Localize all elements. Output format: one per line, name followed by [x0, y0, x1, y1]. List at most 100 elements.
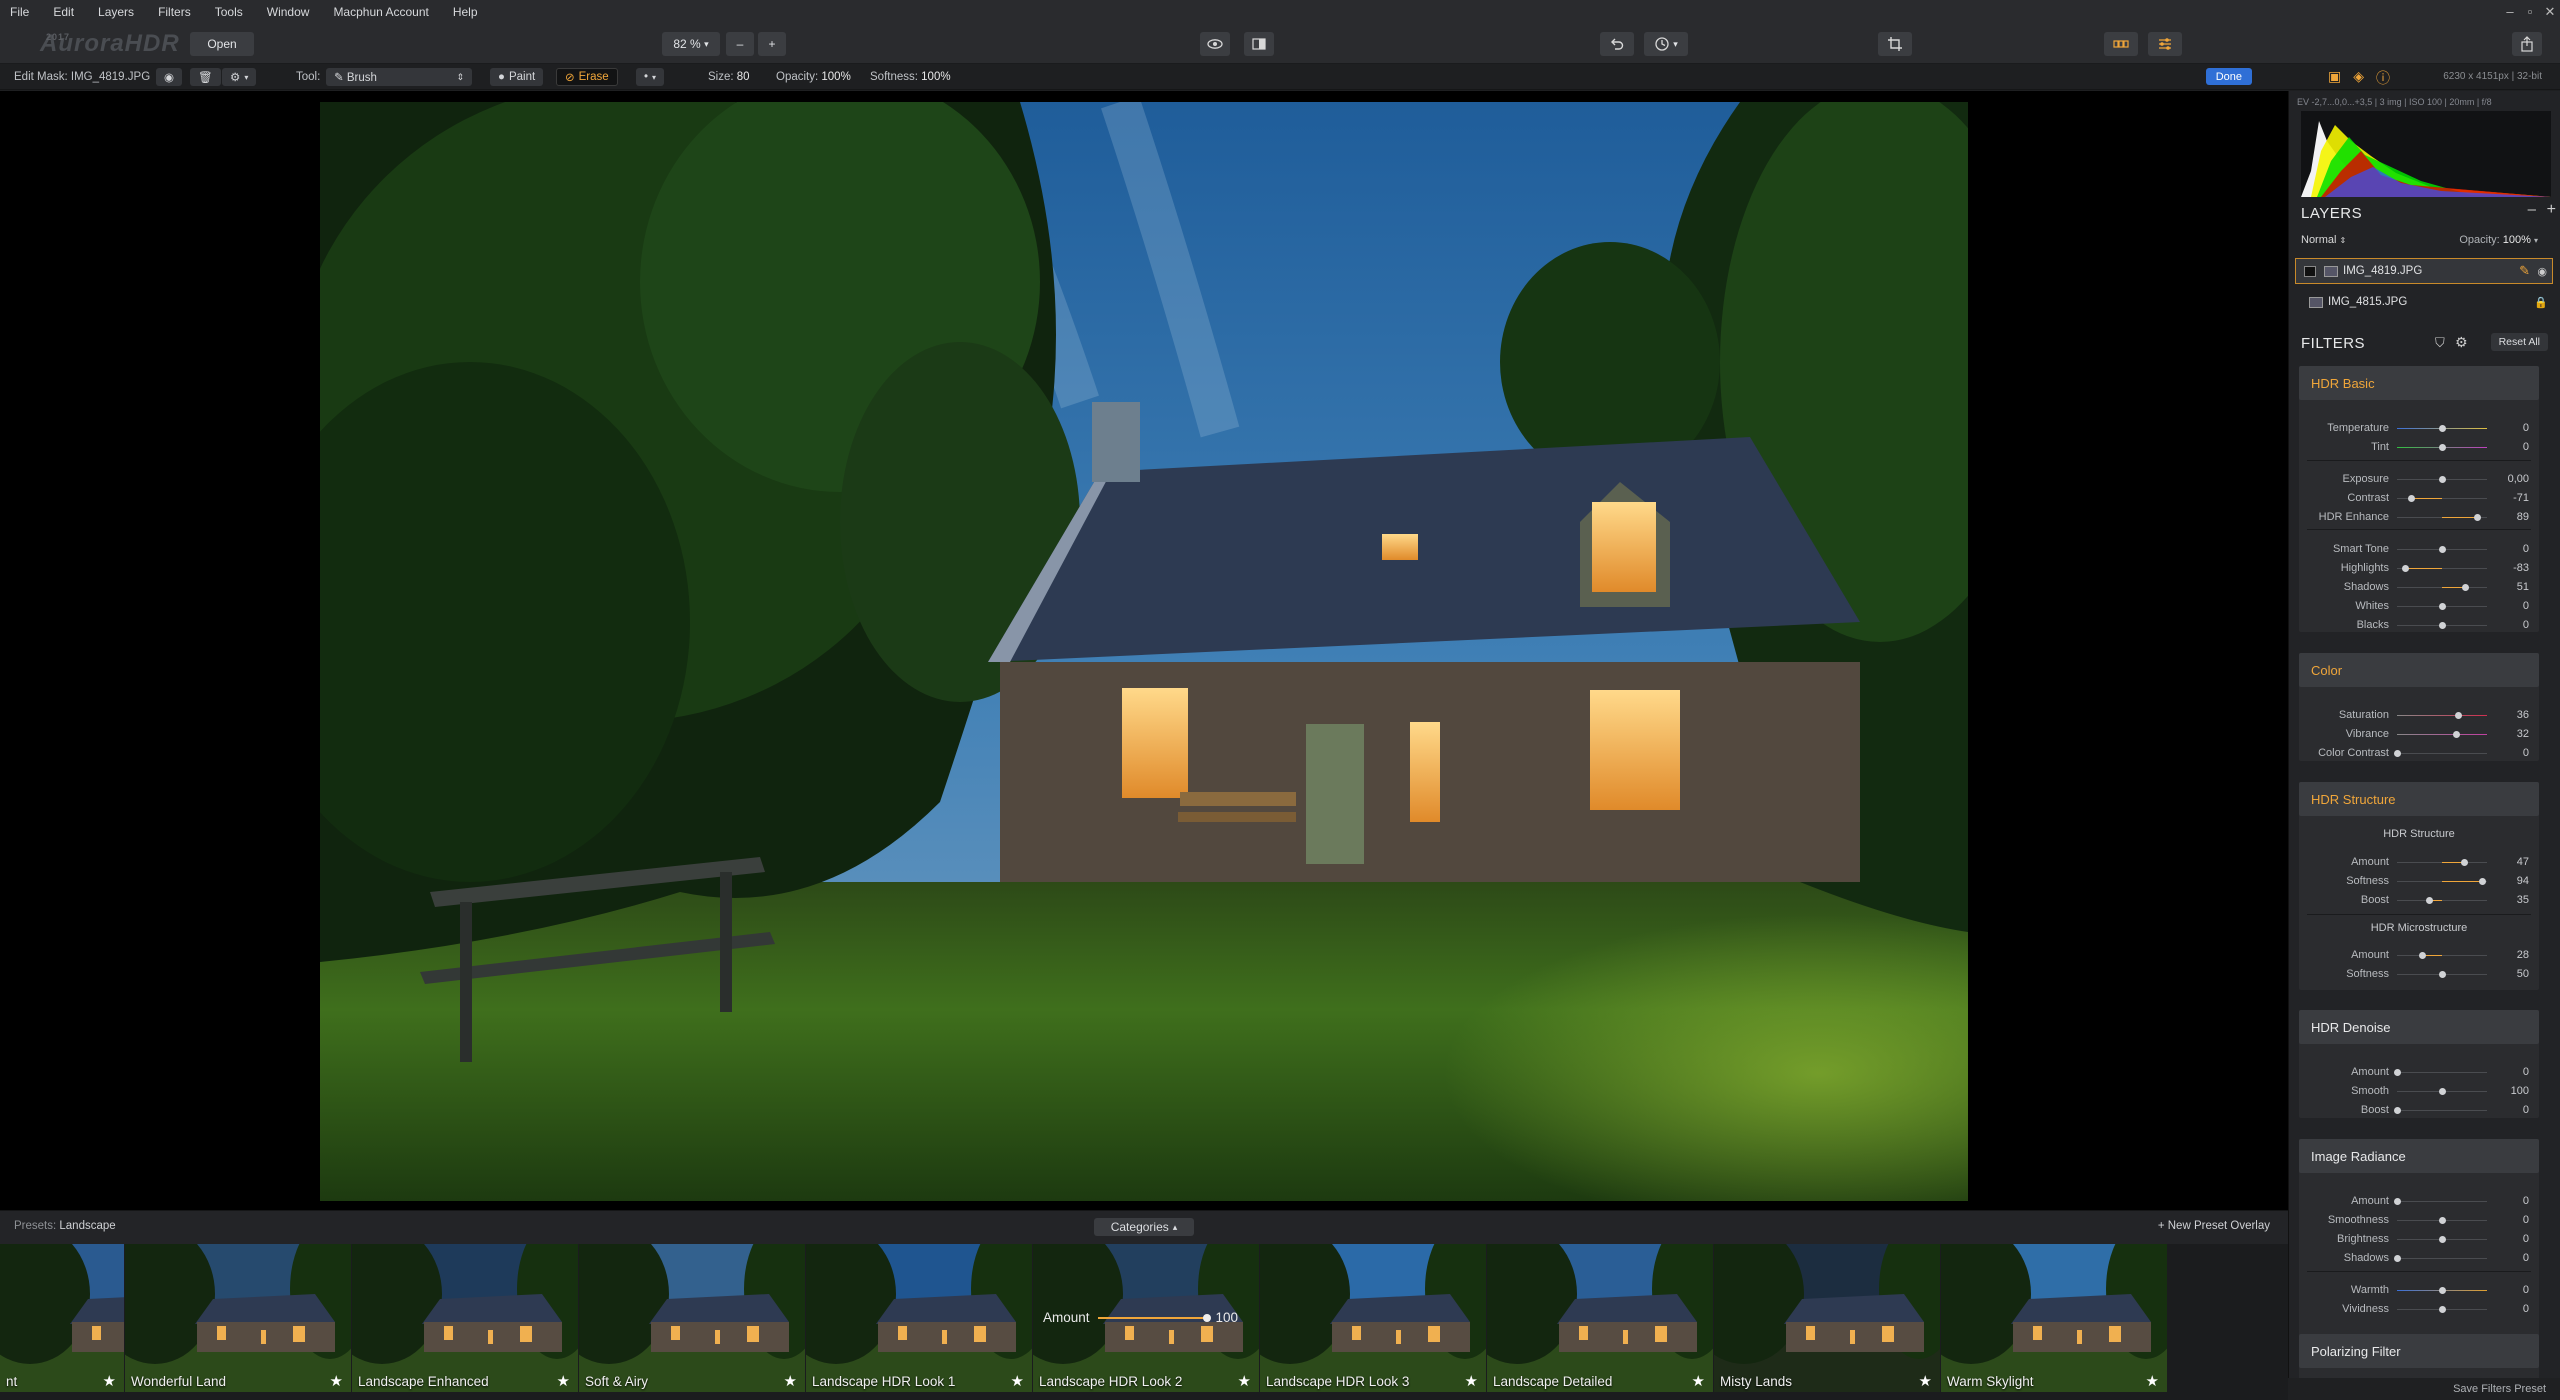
slider-knob[interactable] — [2419, 952, 2427, 959]
amount-track[interactable] — [1097, 1313, 1211, 1322]
slider-amount[interactable]: Amount 47 — [2299, 854, 2539, 872]
slider-value[interactable]: 35 — [2517, 894, 2529, 906]
bookmark-icon[interactable]: ⛉ — [2435, 335, 2445, 351]
slider-whites[interactable]: Whites 0 — [2299, 598, 2539, 616]
filter-header[interactable]: Image Radiance — [2299, 1139, 2539, 1173]
layer-row[interactable]: IMG_4819.JPG ✎ ◉ — [2295, 258, 2553, 284]
slider-knob[interactable] — [2439, 1088, 2446, 1095]
menu-filters[interactable]: Filters — [148, 0, 205, 24]
slider-amount[interactable]: Amount 28 — [2299, 947, 2539, 965]
slider-value[interactable]: 32 — [2517, 728, 2529, 740]
slider-value[interactable]: 51 — [2517, 581, 2529, 593]
slider-value[interactable]: 0 — [2523, 1284, 2529, 1296]
slider-track[interactable] — [2397, 1287, 2487, 1294]
slider-warmth[interactable]: Warmth 0 — [2299, 1282, 2539, 1300]
slider-blacks[interactable]: Blacks 0 — [2299, 617, 2539, 635]
slider-knob[interactable] — [2439, 425, 2446, 432]
slider-knob[interactable] — [2439, 476, 2446, 483]
slider-value[interactable]: 0 — [2523, 1252, 2529, 1264]
slider-value[interactable]: -71 — [2513, 492, 2529, 504]
filter-header[interactable]: HDR Denoise — [2299, 1010, 2539, 1044]
preset-amount-slider[interactable]: Amount 100 — [1043, 1310, 1238, 1325]
info-tab-icon[interactable]: ⓘ — [2376, 68, 2390, 88]
slider-exposure[interactable]: Exposure 0,00 — [2299, 471, 2539, 489]
save-filters-preset-button[interactable]: Save Filters Preset — [2453, 1383, 2546, 1395]
preset-thumb[interactable]: Landscape Detailed ★ — [1487, 1244, 1713, 1392]
slider-knob[interactable] — [2439, 1306, 2446, 1313]
crop-button[interactable] — [1878, 32, 1912, 56]
star-icon[interactable]: ★ — [330, 1372, 343, 1390]
slider-saturation[interactable]: Saturation 36 — [2299, 707, 2539, 725]
slider-amount[interactable]: Amount 0 — [2299, 1064, 2539, 1082]
slider-knob[interactable] — [2462, 584, 2470, 591]
eye-icon[interactable]: ◉ — [2537, 265, 2547, 278]
mask-settings-button[interactable]: ⚙ ▾ — [222, 68, 257, 86]
slider-track[interactable] — [2397, 971, 2487, 978]
slider-value[interactable]: 47 — [2517, 856, 2529, 868]
slider-track[interactable] — [2397, 897, 2487, 904]
preset-thumb[interactable]: nt ★ — [0, 1244, 124, 1392]
maximize-button[interactable]: ▫ — [2520, 0, 2540, 24]
star-icon[interactable]: ★ — [1238, 1372, 1251, 1390]
share-button[interactable] — [2512, 32, 2542, 56]
paint-button[interactable]: ● Paint — [490, 68, 544, 86]
slider-value[interactable]: 0 — [2523, 747, 2529, 759]
categories-button[interactable]: Categories ▴ — [1094, 1218, 1194, 1236]
slider-track[interactable] — [2394, 750, 2487, 757]
slider-value[interactable]: 0 — [2523, 1233, 2529, 1245]
brush-icon[interactable]: ✎ — [2519, 263, 2530, 279]
star-icon[interactable]: ★ — [1919, 1372, 1932, 1390]
histogram-tab-icon[interactable]: ▣ — [2328, 68, 2341, 88]
blend-mode-select[interactable]: Normal ⇕ — [2301, 234, 2346, 246]
compare-button[interactable] — [1244, 32, 1274, 56]
star-icon[interactable]: ★ — [1692, 1372, 1705, 1390]
brush-shape-select[interactable]: • ▾ — [636, 68, 665, 86]
star-icon[interactable]: ★ — [1011, 1372, 1024, 1390]
slider-amount[interactable]: Amount 0 — [2299, 1193, 2539, 1211]
photo-preview[interactable] — [320, 102, 1968, 1201]
menu-file[interactable]: File — [0, 0, 43, 24]
history-button[interactable]: ▾ — [1644, 32, 1688, 56]
slider-softness[interactable]: Softness 50 — [2299, 966, 2539, 984]
open-button[interactable]: Open — [190, 32, 254, 56]
slider-track[interactable] — [2397, 731, 2487, 738]
preset-thumb[interactable]: Wonderful Land ★ — [125, 1244, 351, 1392]
slider-value[interactable]: 0 — [2523, 619, 2529, 631]
slider-smart-tone[interactable]: Smart Tone 0 — [2299, 541, 2539, 559]
slider-value[interactable]: 0 — [2523, 1104, 2529, 1116]
preset-thumb[interactable]: Warm Skylight ★ — [1941, 1244, 2167, 1392]
zoom-in-button[interactable]: + — [758, 32, 786, 56]
slider-brightness[interactable]: Brightness 0 — [2299, 1231, 2539, 1249]
slider-value[interactable]: 0 — [2523, 600, 2529, 612]
layers-tab-icon[interactable]: ◈ — [2353, 68, 2364, 88]
zoom-select[interactable]: 82 % ▾ — [662, 32, 720, 56]
slider-knob[interactable] — [2439, 1236, 2446, 1243]
slider-knob[interactable] — [2439, 1287, 2446, 1294]
slider-track[interactable] — [2397, 1306, 2487, 1313]
slider-knob[interactable] — [2407, 495, 2415, 502]
zoom-out-button[interactable]: – — [726, 32, 754, 56]
slider-knob[interactable] — [2439, 603, 2446, 610]
star-icon[interactable]: ★ — [557, 1372, 570, 1390]
slider-knob[interactable] — [2439, 546, 2446, 553]
slider-softness[interactable]: Softness 94 — [2299, 873, 2539, 891]
slider-value[interactable]: 89 — [2517, 511, 2529, 523]
star-icon[interactable]: ★ — [2146, 1372, 2159, 1390]
slider-knob[interactable] — [2439, 1217, 2446, 1224]
slider-hdr-enhance[interactable]: HDR Enhance 89 — [2299, 509, 2539, 527]
new-preset-overlay-button[interactable]: + New Preset Overlay — [2158, 1220, 2270, 1232]
layer-row[interactable]: IMG_4815.JPG 🔒 — [2295, 289, 2553, 315]
slider-track[interactable] — [2394, 1069, 2487, 1076]
filter-header[interactable]: Color — [2299, 653, 2539, 687]
slider-track[interactable] — [2397, 495, 2487, 502]
adjustments-toggle-button[interactable] — [2148, 32, 2182, 56]
slider-track[interactable] — [2397, 1236, 2487, 1243]
slider-value[interactable]: 0 — [2523, 1195, 2529, 1207]
slider-track[interactable] — [2397, 546, 2487, 553]
slider-knob[interactable] — [2394, 1255, 2401, 1262]
slider-knob[interactable] — [2439, 444, 2446, 451]
filter-header[interactable]: HDR Structure — [2299, 782, 2539, 816]
slider-knob[interactable] — [2460, 859, 2468, 866]
menu-tools[interactable]: Tools — [205, 0, 257, 24]
layer-opacity-select[interactable]: Opacity: 100% ▾ — [2459, 234, 2538, 246]
